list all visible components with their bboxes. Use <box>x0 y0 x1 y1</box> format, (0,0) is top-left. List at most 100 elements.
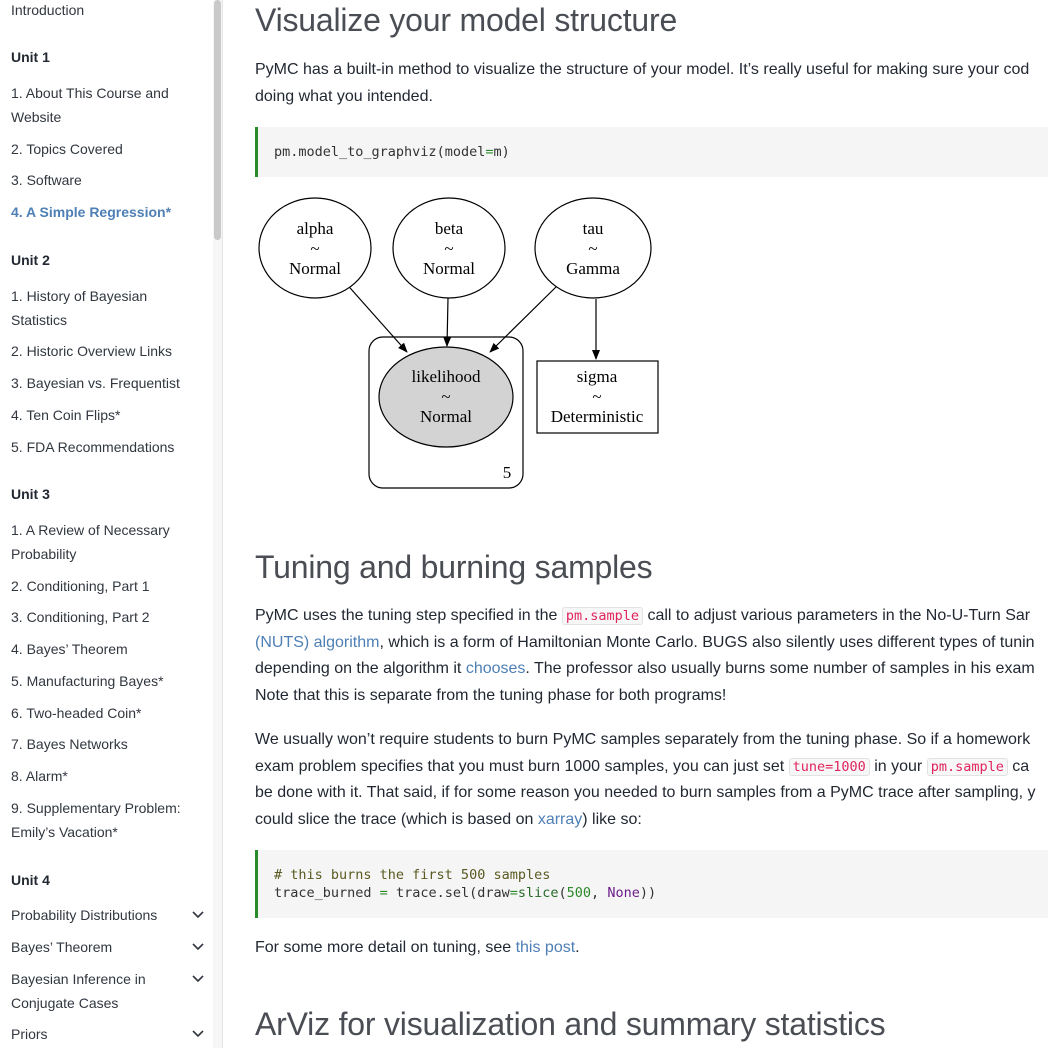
svg-text:~: ~ <box>592 387 601 406</box>
graph-node-alpha: alpha ~ Normal <box>258 197 372 299</box>
svg-text:likelihood: likelihood <box>412 367 481 386</box>
chevron-down-icon[interactable] <box>190 971 206 987</box>
text-run: . <box>575 939 580 956</box>
sidebar-item-history[interactable]: 1. History of Bayesian Statistics <box>11 284 191 332</box>
model-graph: alpha ~ Normal beta ~ Normal tau ~ Gamma… <box>258 197 659 489</box>
inline-code: pm.sample <box>561 607 643 625</box>
sidebar-scrollbar-thumb[interactable] <box>214 0 221 240</box>
text-run: . The professor also usually burns some … <box>525 660 1035 677</box>
sidebar-item-about-course[interactable]: 1. About This Course and Website <box>11 81 191 129</box>
sidebar-unit-heading: Unit 3 <box>11 486 50 502</box>
sidebar-item-introduction[interactable]: Introduction <box>11 0 191 22</box>
code-token: )) <box>639 885 657 901</box>
sidebar-item-bayes-theorem-unit4[interactable]: Bayes’ Theorem <box>11 935 191 959</box>
paragraph-tuning-3: For some more detail on tuning, see this… <box>255 935 1048 962</box>
sidebar-item-conditioning-2[interactable]: 3. Conditioning, Part 2 <box>11 605 191 629</box>
text-run: depending on the algorithm it <box>255 660 466 677</box>
graph-edge <box>443 297 452 347</box>
text-run: call to adjust various parameters in the… <box>643 607 1031 624</box>
xarray-link[interactable]: xarray <box>538 811 582 828</box>
text-run: We usually won’t require students to bur… <box>255 731 1031 748</box>
text-run: ca <box>1007 757 1030 775</box>
svg-text:~: ~ <box>310 239 319 258</box>
svg-text:~: ~ <box>444 239 453 258</box>
code-token: = <box>379 885 388 901</box>
code-token: None <box>607 885 640 901</box>
code-block-burn: # this burns the first 500 samples trace… <box>255 850 1048 918</box>
sidebar-item-label: 1. About This Course and <box>11 85 169 101</box>
sidebar-item-ten-coin-flips[interactable]: 4. Ten Coin Flips* <box>11 403 191 427</box>
nuts-link[interactable]: (NUTS) algorithm <box>255 634 379 651</box>
sidebar-item-simple-regression[interactable]: 4. A Simple Regression* <box>11 200 191 224</box>
sidebar-item-software[interactable]: 3. Software <box>11 168 191 192</box>
sidebar-item-manufacturing-bayes[interactable]: 5. Manufacturing Bayes* <box>11 669 191 693</box>
graph-node-likelihood: likelihood ~ Normal <box>378 346 514 448</box>
sidebar-unit-heading: Unit 2 <box>11 252 50 268</box>
sidebar-item-fda[interactable]: 5. FDA Recommendations <box>11 435 191 459</box>
sidebar-item-label: 9. Supplementary Problem: <box>11 800 181 816</box>
sidebar-item-label: Emily’s Vacation* <box>11 824 118 840</box>
sidebar-item-probability-distributions[interactable]: Probability Distributions <box>11 903 191 927</box>
code-line: pm.model_to_graphviz(model=m) <box>274 143 1048 161</box>
code-token: slice <box>517 885 559 901</box>
graph-node-tau: tau ~ Gamma <box>534 197 652 299</box>
sidebar-item-priors[interactable]: Priors <box>11 1022 191 1046</box>
sidebar-item-conditioning-1[interactable]: 2. Conditioning, Part 1 <box>11 574 191 598</box>
svg-text:beta: beta <box>435 219 464 238</box>
chevron-down-icon[interactable] <box>190 907 206 923</box>
code-block-graphviz: pm.model_to_graphviz(model=m) <box>255 127 1048 177</box>
sidebar-item-emilys-vacation[interactable]: 9. Supplementary Problem: Emily’s Vacati… <box>11 796 191 844</box>
inline-code: pm.sample <box>926 757 1008 776</box>
paragraph-tuning-1: PyMC uses the tuning step specified in t… <box>255 603 1048 709</box>
code-token: (model <box>436 144 486 160</box>
text-run: be done with it. That said, if for some … <box>255 784 1036 801</box>
text-run: could slice the trace (which is based on <box>255 810 538 828</box>
code-token: , <box>591 885 608 901</box>
sidebar-item-bayes-vs-freq[interactable]: 3. Bayesian vs. Frequentist <box>11 371 191 395</box>
code-token: ( <box>558 885 567 901</box>
paragraph-tuning-2: We usually won’t require students to bur… <box>255 727 1048 833</box>
text-run: , which is a form of Hamiltonian Monte C… <box>379 633 1035 651</box>
svg-text:tau: tau <box>583 219 604 238</box>
sidebar-unit-heading: Unit 4 <box>11 872 50 888</box>
chevron-down-icon[interactable] <box>190 939 206 955</box>
svg-text:Deterministic: Deterministic <box>551 407 644 426</box>
sidebar-item-bayes-networks[interactable]: 7. Bayes Networks <box>11 732 191 756</box>
text-run: exam problem specifies that you must bur… <box>255 757 789 775</box>
chooses-link[interactable]: chooses <box>466 660 526 677</box>
sidebar-item-label: Probability <box>11 546 77 562</box>
main-content: Visualize your model structure PyMC has … <box>223 0 1048 1048</box>
code-token: ) <box>501 144 510 160</box>
this-post-link[interactable]: this post <box>516 939 576 956</box>
sidebar-unit-heading: Unit 1 <box>11 49 50 65</box>
section-title-arviz: ArViz for visualization and summary stat… <box>255 1006 886 1042</box>
code-token: trace.sel(draw <box>387 885 510 901</box>
sidebar-item-label: Bayesian Inference in <box>11 971 146 987</box>
svg-text:~: ~ <box>441 387 450 406</box>
sidebar-item-label: Conjugate Cases <box>11 995 119 1011</box>
sidebar-item-two-headed-coin[interactable]: 6. Two-headed Coin* <box>11 701 191 725</box>
svg-text:Normal: Normal <box>289 259 341 278</box>
text-run: ) like so: <box>582 810 642 828</box>
code-comment: # this burns the first 500 samples <box>274 867 551 883</box>
chevron-down-icon[interactable] <box>190 1026 206 1042</box>
sidebar-item-alarm[interactable]: 8. Alarm* <box>11 764 191 788</box>
text-run: in your <box>869 757 927 775</box>
graph-edge <box>489 285 558 353</box>
paragraph-line: PyMC has a built-in method to visualize … <box>255 61 1030 78</box>
sidebar-item-bayes-theorem[interactable]: 4. Bayes’ Theorem <box>11 637 191 661</box>
sidebar-item-historic-links[interactable]: 2. Historic Overview Links <box>11 339 191 363</box>
text-run: Note that this is separate from the tuni… <box>255 686 727 704</box>
sidebar-item-topics-covered[interactable]: 2. Topics Covered <box>11 137 191 161</box>
graph-edge <box>342 279 408 353</box>
paragraph-line: doing what you intended. <box>255 87 433 105</box>
graph-node-beta: beta ~ Normal <box>392 197 506 299</box>
sidebar-item-conjugate-inference[interactable]: Bayesian Inference in Conjugate Cases <box>11 967 191 1015</box>
section-title-tuning: Tuning and burning samples <box>255 549 653 585</box>
code-token: 500 <box>566 885 592 901</box>
code-token: pm.model_to_graphviz <box>274 144 437 160</box>
sidebar-item-label: 1. A Review of Necessary <box>11 522 170 538</box>
graph-node-sigma: sigma ~ Deterministic <box>536 360 659 434</box>
section-title-visualize: Visualize your model structure <box>255 2 678 38</box>
sidebar-item-probability-review[interactable]: 1. A Review of Necessary Probability <box>11 518 191 566</box>
